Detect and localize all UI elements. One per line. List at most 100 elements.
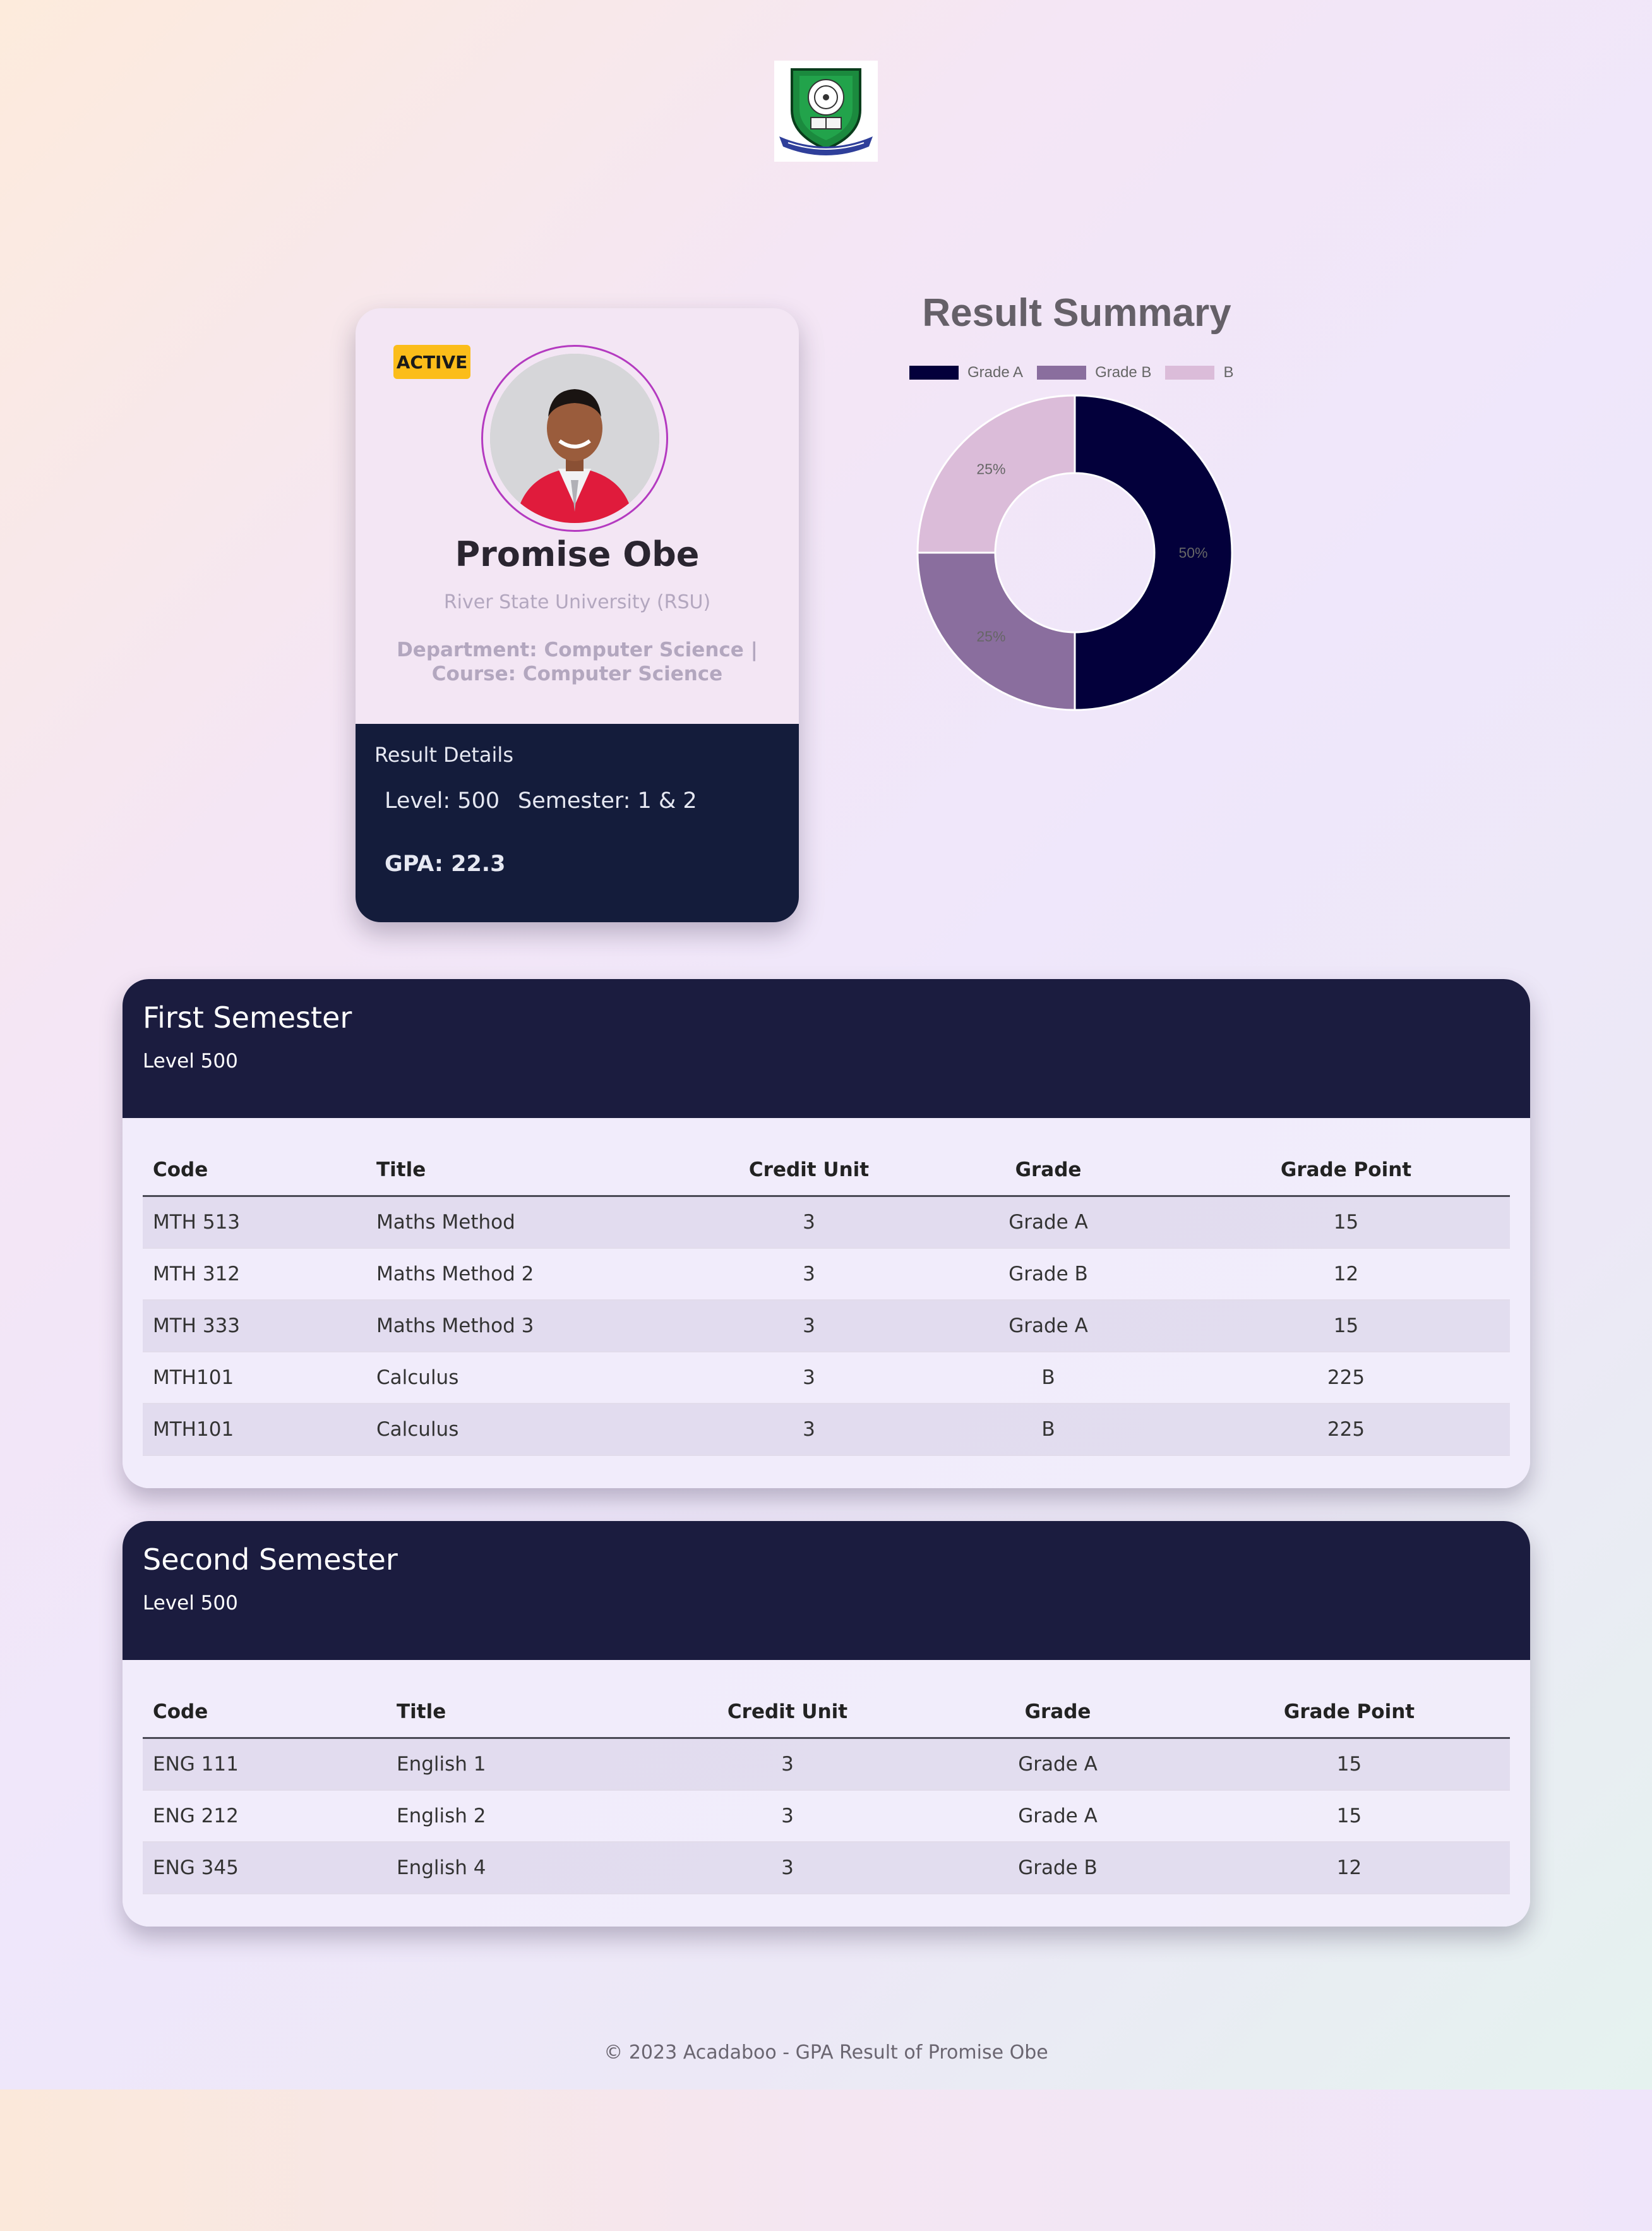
donut-slice-grade-a[interactable] bbox=[1074, 394, 1233, 711]
column-header-credit-unit: Credit Unit bbox=[703, 1145, 914, 1197]
legend-label-b: B bbox=[1223, 364, 1234, 381]
column-header-grade: Grade bbox=[914, 1145, 1182, 1197]
cell-title: English 2 bbox=[386, 1790, 648, 1843]
legend-swatch-grade-a bbox=[909, 366, 959, 380]
table-row: ENG 345 English 4 3 Grade B 12 bbox=[143, 1842, 1510, 1894]
footer-copyright: © 2023 Acadaboo - GPA Result of Promise … bbox=[604, 2042, 1048, 2064]
table-row: ENG 212 English 2 3 Grade A 15 bbox=[143, 1790, 1510, 1843]
cell-title: Maths Method 3 bbox=[366, 1300, 703, 1352]
donut-label-grade-b: 25% bbox=[976, 628, 1005, 645]
page-bottom-band bbox=[0, 2090, 1652, 2231]
student-photo-icon bbox=[490, 354, 659, 523]
donut-label-grade-a: 50% bbox=[1178, 544, 1207, 561]
legend-item-grade-b[interactable]: Grade B bbox=[1037, 364, 1151, 382]
table-row: MTH 333 Maths Method 3 3 Grade A 15 bbox=[143, 1300, 1510, 1352]
cell-credit-unit: 3 bbox=[703, 1196, 914, 1249]
table-header-row: Code Title Credit Unit Grade Grade Point bbox=[143, 1145, 1510, 1197]
cell-title: Maths Method bbox=[366, 1196, 703, 1249]
cell-grade-point: 12 bbox=[1188, 1842, 1510, 1894]
result-details-panel: Result Details Level: 500 Semester: 1 & … bbox=[356, 724, 799, 922]
cell-code: MTH 333 bbox=[143, 1300, 366, 1352]
cell-code: ENG 212 bbox=[143, 1790, 386, 1843]
legend-swatch-b bbox=[1165, 366, 1215, 380]
donut-label-b: 25% bbox=[976, 460, 1005, 477]
first-semester-header: First Semester Level 500 bbox=[123, 979, 1530, 1118]
second-semester-header: Second Semester Level 500 bbox=[123, 1521, 1530, 1660]
cell-title: Calculus bbox=[366, 1404, 703, 1456]
column-header-credit-unit: Credit Unit bbox=[648, 1687, 927, 1739]
cell-grade-point: 15 bbox=[1188, 1738, 1510, 1791]
column-header-title: Title bbox=[366, 1145, 703, 1197]
cell-grade-point: 15 bbox=[1182, 1300, 1510, 1352]
cell-grade-point: 15 bbox=[1188, 1790, 1510, 1843]
cell-grade: Grade A bbox=[914, 1300, 1182, 1352]
column-header-code: Code bbox=[143, 1145, 366, 1197]
cell-title: Maths Method 2 bbox=[366, 1248, 703, 1301]
result-details-heading: Result Details bbox=[374, 743, 513, 767]
cell-code: ENG 111 bbox=[143, 1738, 386, 1791]
column-header-code: Code bbox=[143, 1687, 386, 1739]
cell-grade: Grade B bbox=[914, 1248, 1182, 1301]
table-row: ENG 111 English 1 3 Grade A 15 bbox=[143, 1738, 1510, 1791]
cell-credit-unit: 3 bbox=[648, 1738, 927, 1791]
semester-level: Level 500 bbox=[143, 1592, 238, 1615]
column-header-grade-point: Grade Point bbox=[1188, 1687, 1510, 1739]
first-semester-table: Code Title Credit Unit Grade Grade Point… bbox=[143, 1145, 1510, 1456]
cell-grade: Grade A bbox=[914, 1196, 1182, 1249]
cell-code: MTH101 bbox=[143, 1352, 366, 1404]
crest-icon bbox=[779, 68, 873, 155]
column-header-grade-point: Grade Point bbox=[1182, 1145, 1510, 1197]
university-name: River State University (RSU) bbox=[443, 591, 711, 613]
cell-code: ENG 345 bbox=[143, 1842, 386, 1894]
table-header-row: Code Title Credit Unit Grade Grade Point bbox=[143, 1687, 1510, 1739]
cell-credit-unit: 3 bbox=[703, 1248, 914, 1301]
cell-title: Calculus bbox=[366, 1352, 703, 1404]
avatar-ring bbox=[481, 345, 668, 532]
semester-value: Semester: 1 & 2 bbox=[518, 788, 697, 814]
cell-code: MTH 312 bbox=[143, 1248, 366, 1301]
cell-grade-point: 12 bbox=[1182, 1248, 1510, 1301]
semester-title: First Semester bbox=[143, 1001, 352, 1035]
second-semester-card: Second Semester Level 500 Code Title Cre… bbox=[123, 1521, 1530, 1927]
legend-label-grade-b: Grade B bbox=[1095, 364, 1152, 381]
university-logo bbox=[774, 61, 878, 162]
legend-item-b[interactable]: B bbox=[1165, 364, 1233, 382]
second-semester-table: Code Title Credit Unit Grade Grade Point… bbox=[143, 1687, 1510, 1894]
semester-title: Second Semester bbox=[143, 1542, 398, 1577]
avatar bbox=[490, 354, 659, 523]
cell-title: English 1 bbox=[386, 1738, 648, 1791]
table-row: MTH101 Calculus 3 B 225 bbox=[143, 1404, 1510, 1456]
table-row: MTH101 Calculus 3 B 225 bbox=[143, 1352, 1510, 1404]
cell-grade: B bbox=[914, 1404, 1182, 1456]
gpa-value: GPA: 22.3 bbox=[385, 851, 506, 877]
cell-grade-point: 225 bbox=[1182, 1404, 1510, 1456]
chart-title: Result Summary bbox=[922, 291, 1231, 335]
cell-code: MTH101 bbox=[143, 1404, 366, 1456]
first-semester-card: First Semester Level 500 Code Title Cred… bbox=[123, 979, 1530, 1488]
cell-title: English 4 bbox=[386, 1842, 648, 1894]
cell-credit-unit: 3 bbox=[703, 1352, 914, 1404]
cell-grade: Grade A bbox=[927, 1738, 1188, 1791]
cell-grade: Grade A bbox=[927, 1790, 1188, 1843]
student-profile-card: ACTIVE Promise Obe River State Universit… bbox=[356, 308, 799, 922]
legend-label-grade-a: Grade A bbox=[967, 364, 1024, 381]
semester-level: Level 500 bbox=[143, 1050, 238, 1073]
student-name: Promise Obe bbox=[455, 534, 700, 574]
result-donut-chart: 50% 25% 25% bbox=[916, 394, 1233, 711]
legend-item-grade-a[interactable]: Grade A bbox=[909, 364, 1023, 382]
cell-credit-unit: 3 bbox=[703, 1404, 914, 1456]
donut-chart-svg: 50% 25% 25% bbox=[916, 394, 1233, 711]
cell-grade: B bbox=[914, 1352, 1182, 1404]
cell-grade-point: 15 bbox=[1182, 1196, 1510, 1249]
cell-credit-unit: 3 bbox=[703, 1300, 914, 1352]
chart-legend: Grade A Grade B B bbox=[909, 363, 1247, 383]
cell-grade-point: 225 bbox=[1182, 1352, 1510, 1404]
column-header-grade: Grade bbox=[927, 1687, 1188, 1739]
status-badge: ACTIVE bbox=[393, 345, 470, 379]
department-course: Department: Computer Science | Course: C… bbox=[397, 639, 758, 685]
cell-grade: Grade B bbox=[927, 1842, 1188, 1894]
legend-swatch-grade-b bbox=[1037, 366, 1087, 380]
level-value: Level: 500 bbox=[385, 788, 500, 814]
cell-credit-unit: 3 bbox=[648, 1842, 927, 1894]
column-header-title: Title bbox=[386, 1687, 648, 1739]
